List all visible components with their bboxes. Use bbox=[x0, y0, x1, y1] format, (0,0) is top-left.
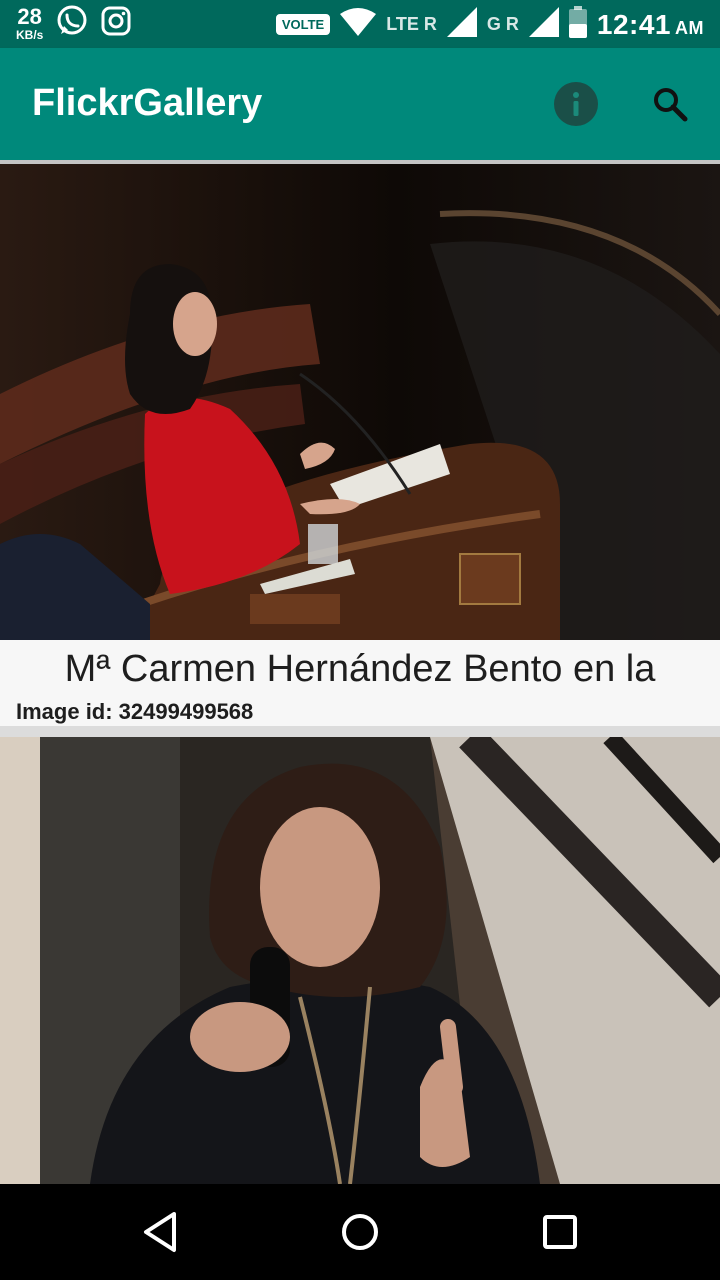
speed-value: 28 bbox=[17, 4, 42, 29]
whatsapp-icon bbox=[55, 4, 89, 43]
search-icon bbox=[654, 88, 688, 122]
network-speed: 28 KB/s bbox=[16, 4, 44, 42]
wifi-icon bbox=[340, 8, 377, 41]
home-icon bbox=[342, 1214, 378, 1250]
search-button[interactable] bbox=[648, 82, 692, 126]
info-button[interactable] bbox=[554, 82, 598, 126]
network-label-g: G R bbox=[486, 14, 519, 34]
back-button[interactable] bbox=[136, 1208, 184, 1256]
clock-time: 12:41 bbox=[596, 8, 671, 40]
app-title: FlickrGallery bbox=[32, 82, 263, 124]
info-icon bbox=[573, 92, 579, 116]
speed-unit: KB/s bbox=[16, 28, 44, 42]
volte-badge: VOLTE bbox=[275, 14, 331, 35]
photo-card-caption[interactable]: Mª Carmen Hernández Bento en la Image id… bbox=[0, 640, 720, 726]
signal-icon bbox=[528, 7, 559, 42]
status-left: 28 KB/s bbox=[16, 4, 131, 43]
system-nav-bar bbox=[0, 1184, 720, 1280]
signal-icon bbox=[446, 7, 477, 42]
status-bar: 28 KB/s VOLTE LTE R G R 12:41 AM bbox=[0, 0, 720, 48]
photo-card-image[interactable] bbox=[0, 737, 720, 1184]
photo-card-image[interactable] bbox=[0, 164, 720, 640]
app-bar: FlickrGallery bbox=[0, 48, 720, 160]
battery-icon bbox=[568, 6, 587, 43]
status-clock: 12:41 AM bbox=[597, 9, 704, 41]
home-button[interactable] bbox=[336, 1208, 384, 1256]
photo-title: Mª Carmen Hernández Bento en la bbox=[64, 648, 656, 690]
recents-icon bbox=[543, 1215, 577, 1249]
recents-button[interactable] bbox=[536, 1208, 584, 1256]
network-label-lte: LTE R bbox=[386, 14, 437, 34]
status-right: VOLTE LTE R G R 12:41 AM bbox=[275, 6, 704, 43]
photo-image-id: Image id: 32499499568 bbox=[16, 699, 254, 724]
card-divider bbox=[0, 726, 720, 737]
back-icon bbox=[144, 1212, 176, 1252]
clock-ampm: AM bbox=[675, 17, 704, 38]
instagram-icon bbox=[101, 6, 131, 41]
